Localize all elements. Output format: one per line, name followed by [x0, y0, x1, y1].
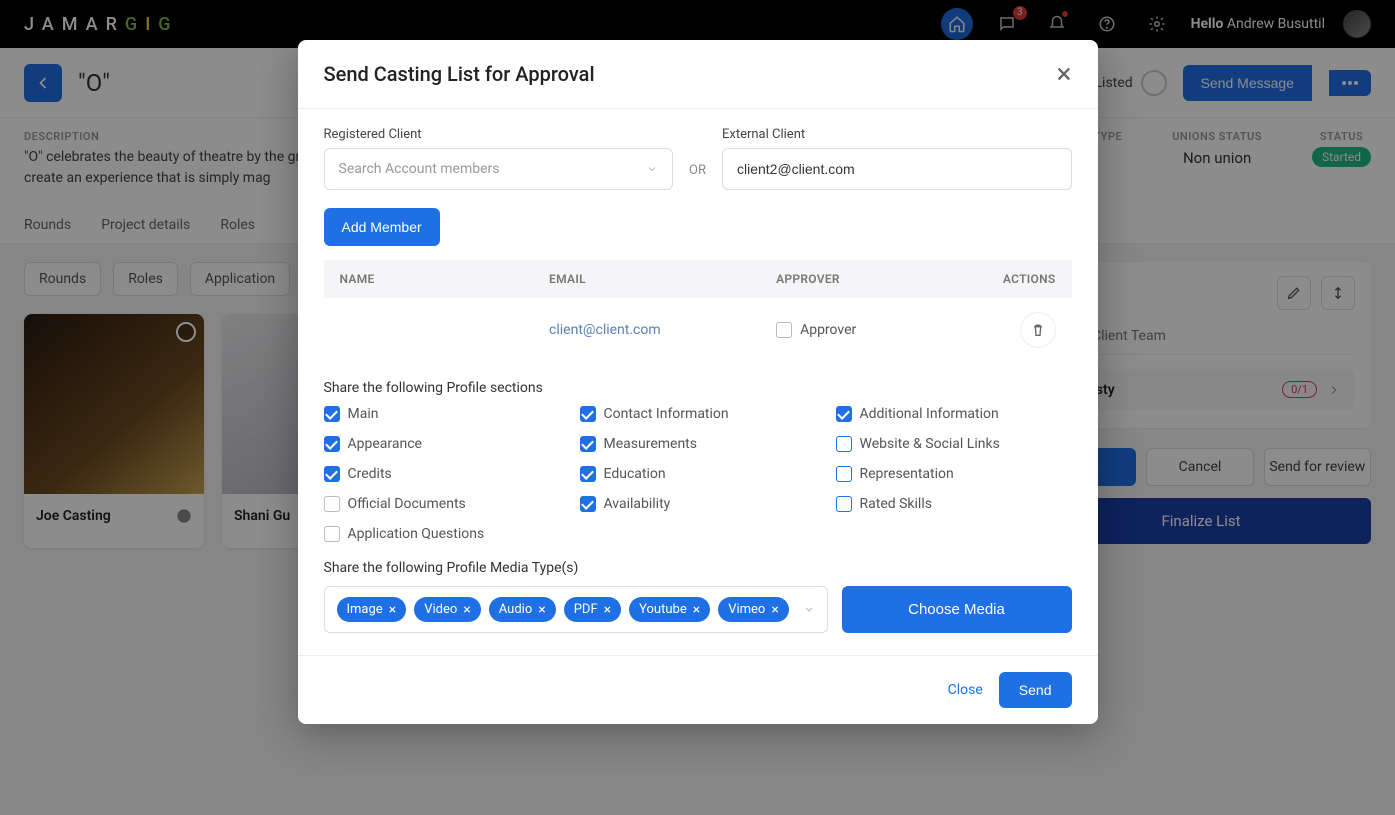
- add-member-button[interactable]: Add Member: [324, 208, 440, 246]
- chevron-down-icon: [803, 603, 815, 615]
- approver-checkbox[interactable]: Approver: [776, 322, 951, 338]
- section-checkbox[interactable]: Application Questions: [324, 526, 560, 542]
- section-checkbox[interactable]: Rated Skills: [836, 496, 1072, 512]
- section-checkbox[interactable]: Official Documents: [324, 496, 560, 512]
- delete-row-button[interactable]: [1020, 312, 1056, 348]
- section-checkbox[interactable]: Appearance: [324, 436, 560, 452]
- share-sections-label: Share the following Profile sections: [324, 380, 1072, 396]
- media-tag[interactable]: Vimeo×: [718, 597, 789, 622]
- section-checkbox[interactable]: Contact Information: [580, 406, 816, 422]
- remove-tag-icon[interactable]: ×: [771, 603, 778, 617]
- section-checkbox[interactable]: Availability: [580, 496, 816, 512]
- section-checkbox[interactable]: Education: [580, 466, 816, 482]
- col-email: EMAIL: [549, 272, 776, 286]
- members-table: NAME EMAIL APPROVER ACTIONS client@clien…: [324, 260, 1072, 362]
- close-icon[interactable]: ×: [1057, 60, 1072, 88]
- external-client-input[interactable]: [722, 148, 1072, 190]
- section-checkbox[interactable]: Representation: [836, 466, 1072, 482]
- remove-tag-icon[interactable]: ×: [463, 603, 470, 617]
- registered-client-label: Registered Client: [324, 127, 674, 142]
- sections-grid: Main Contact Information Additional Inform…: [324, 406, 1072, 542]
- media-tag[interactable]: Video×: [414, 597, 481, 622]
- row-email: client@client.com: [549, 322, 776, 338]
- media-tag[interactable]: Audio×: [489, 597, 556, 622]
- remove-tag-icon[interactable]: ×: [538, 603, 545, 617]
- chevron-down-icon: [646, 163, 658, 175]
- remove-tag-icon[interactable]: ×: [604, 603, 611, 617]
- section-checkbox[interactable]: Additional Information: [836, 406, 1072, 422]
- media-tag[interactable]: Youtube×: [629, 597, 710, 622]
- section-checkbox[interactable]: Website & Social Links: [836, 436, 1072, 452]
- media-tags-select[interactable]: Image× Video× Audio× PDF× Youtube× Vimeo×: [324, 586, 828, 633]
- col-actions: ACTIONS: [951, 272, 1056, 286]
- remove-tag-icon[interactable]: ×: [389, 603, 396, 617]
- table-row: client@client.com Approver: [324, 298, 1072, 362]
- section-checkbox[interactable]: Credits: [324, 466, 560, 482]
- or-label: OR: [689, 163, 706, 190]
- col-name: NAME: [340, 272, 550, 286]
- modal-overlay: Send Casting List for Approval × Registe…: [0, 0, 1395, 815]
- registered-placeholder: Search Account members: [339, 161, 500, 177]
- remove-tag-icon[interactable]: ×: [693, 603, 700, 617]
- external-client-label: External Client: [722, 127, 1072, 142]
- section-checkbox[interactable]: Main: [324, 406, 560, 422]
- modal-close-button[interactable]: Close: [948, 682, 983, 698]
- modal-title: Send Casting List for Approval: [324, 62, 595, 86]
- choose-media-button[interactable]: Choose Media: [842, 586, 1072, 633]
- modal-send-button[interactable]: Send: [999, 672, 1072, 708]
- registered-client-select[interactable]: Search Account members: [324, 148, 674, 190]
- share-media-label: Share the following Profile Media Type(s…: [324, 560, 1072, 576]
- section-checkbox[interactable]: Measurements: [580, 436, 816, 452]
- send-casting-list-modal: Send Casting List for Approval × Registe…: [298, 40, 1098, 724]
- media-tag[interactable]: PDF×: [564, 597, 621, 622]
- media-tag[interactable]: Image×: [337, 597, 407, 622]
- col-approver: APPROVER: [776, 272, 951, 286]
